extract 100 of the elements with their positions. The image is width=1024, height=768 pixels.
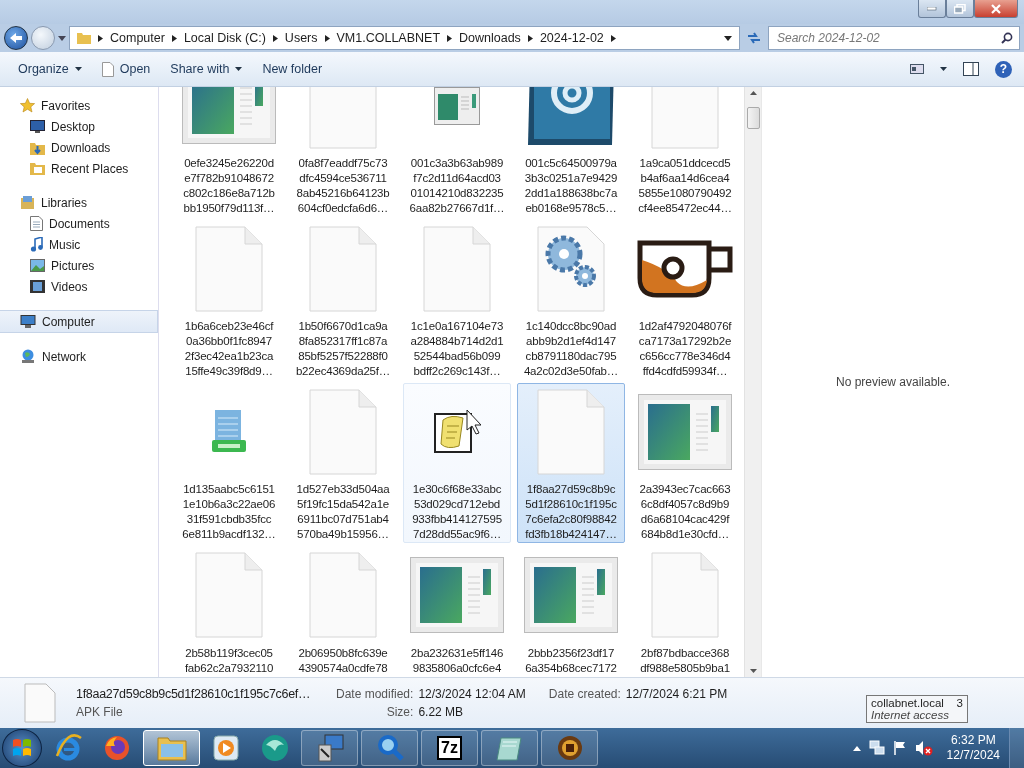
- file-item[interactable]: 2b58b119f3cec05 fab62c2a7932110: [175, 546, 283, 677]
- toolbar-button[interactable]: Share with: [162, 58, 251, 80]
- file-item[interactable]: 001c3a3b63ab989 f7c2d11d64acd03 01014210d832235 6aa82b27667d1f…: [403, 87, 511, 217]
- show-hidden-icons-icon[interactable]: [852, 745, 861, 751]
- file-item[interactable]: 2ba232631e5ff146 9835806a0cfc6e4: [403, 546, 511, 677]
- file-item[interactable]: 2bbb2356f23df17 6a354b68cec7172: [517, 546, 625, 677]
- chevron-icon[interactable]: [98, 34, 103, 42]
- breadcrumb[interactable]: Computer: [110, 31, 165, 45]
- sidebar-item[interactable]: Computer: [0, 310, 158, 333]
- blank-document-icon: [195, 552, 263, 638]
- start-button[interactable]: [2, 729, 42, 767]
- file-item[interactable]: 1d135aabc5c6151 1e10b6a3c22ae06 31f591cbdb35fcc 6e811b9acdf132…: [175, 383, 283, 543]
- folder-arrow-icon: [30, 140, 45, 155]
- star-icon: [20, 98, 35, 113]
- file-name: 1c1e0a167104e73 a284884b714d2d1 52544bad56b099 bdff2c269c143f…: [410, 319, 504, 379]
- breadcrumb[interactable]: VM1.COLLABNET: [336, 31, 441, 45]
- file-item[interactable]: 0fa8f7eaddf75c73 dfc4594ce536711 8ab45216b64123b 604cf0edcfa6d6…: [289, 87, 397, 217]
- chevron-icon[interactable]: [171, 34, 177, 42]
- flag-icon[interactable]: [892, 740, 907, 756]
- network-icon[interactable]: [868, 740, 885, 756]
- file-name: 1f8aa27d59c8b9c5d1f28610c1f195c7c6ef…: [76, 687, 312, 701]
- file-item[interactable]: 2bf87bdbacce368 df988e5805b9ba1: [631, 546, 739, 677]
- file-name: 1d527eb33d504aa 5f19fc15da542a1e 6911bc07d751ab4 570ba49b15956…: [296, 482, 390, 542]
- back-button[interactable]: [4, 26, 28, 50]
- restore-button[interactable]: [946, 0, 974, 18]
- file-name: 001c3a3b63ab989 f7c2d11d64acd03 01014210d832235 6aa82b27667d1f…: [409, 156, 505, 216]
- file-item[interactable]: 2b06950b8fc639e 4390574a0cdfe78: [289, 546, 397, 677]
- address-bar[interactable]: Computer Local Disk (C:) Users VM1.COLLABNET Downloads 2024-12-02: [69, 26, 740, 50]
- sidebar-item[interactable]: Libraries: [0, 192, 158, 213]
- sidebar-item[interactable]: Music: [0, 234, 158, 255]
- detail-label: Size:: [385, 705, 414, 719]
- toolbar-button[interactable]: Open: [93, 57, 159, 81]
- breadcrumb[interactable]: 2024-12-02: [539, 31, 604, 45]
- close-icon: [990, 3, 1002, 14]
- file-item[interactable]: 2a3943ec7cac663 6c8df4057c8d9b9 d6a68104cac429f 684b8d1e30cfd…: [631, 383, 739, 543]
- sidebar-item[interactable]: Documents: [0, 213, 158, 234]
- file-item[interactable]: 001c5c64500979a 3b3c0251a7e9429 2dd1a188638bc7a eb0168e9578c5…: [517, 87, 625, 217]
- file-item[interactable]: 1b50f6670d1ca9a 8fa852317ff1c87a 85bf5257f52288f0 b22ec4369da25f…: [289, 220, 397, 380]
- file-item[interactable]: 1c140dcc8bc90ad abb9b2d1ef4d147 cb8791180dac795 4a2c02d3e50fab…: [517, 220, 625, 380]
- file-item[interactable]: 1f8aa27d59c8b9c 5d1f28610c1f195c 7c6efa2c80f98842 fd3fb18b424147…: [517, 383, 625, 543]
- taskbar-button[interactable]: [301, 730, 358, 766]
- file-item[interactable]: 1c1e0a167104e73 a284884b714d2d1 52544bad56b099 bdff2c269c143f…: [403, 220, 511, 380]
- file-name: 0fa8f7eaddf75c73 dfc4594ce536711 8ab45216b64123b 604cf0edcfa6d6…: [296, 156, 390, 216]
- window-thumbnail-icon: [524, 557, 618, 633]
- file-item[interactable]: 1a9ca051ddcecd5 b4af6aa14d6cea4 5855e1080790492 cf4ee85472ec44…: [631, 87, 739, 217]
- sidebar-item[interactable]: Network: [0, 346, 158, 367]
- help-button[interactable]: ?: [995, 60, 1012, 78]
- file-name: 1a9ca051ddcecd5 b4af6aa14d6cea4 5855e1080790492 cf4ee85472ec44…: [638, 156, 732, 216]
- breadcrumb[interactable]: Users: [284, 31, 318, 45]
- scrollbar[interactable]: [744, 87, 761, 677]
- taskbar-button[interactable]: 7z: [421, 730, 478, 766]
- file-name: 2b58b119f3cec05 fab62c2a7932110: [184, 646, 274, 676]
- breadcrumb[interactable]: Downloads: [459, 31, 521, 45]
- blank-document-icon: [24, 683, 56, 723]
- sidebar-item[interactable]: Videos: [0, 276, 158, 297]
- cup-icon: [637, 239, 733, 298]
- taskbar-button[interactable]: [143, 730, 200, 766]
- sidebar-item[interactable]: Pictures: [0, 255, 158, 276]
- file-item[interactable]: 1e30c6f68e33abc 53d029cd712ebd 933fbb414127595 7d28dd55ac9f6…: [403, 383, 511, 543]
- spreadsheet-icon: [212, 409, 246, 454]
- scroll-thumb[interactable]: [746, 107, 760, 129]
- muted-speaker-icon[interactable]: [914, 740, 933, 756]
- toolbar-button[interactable]: Organize: [10, 58, 90, 80]
- close-button[interactable]: [974, 0, 1018, 18]
- blank-document-icon: [651, 552, 719, 638]
- file-name: 0efe3245e26220d e7f782b91048672 c802c186e8a712b bb1950f79d113f…: [183, 156, 275, 216]
- taskbar-button[interactable]: [361, 730, 418, 766]
- toolbar-button[interactable]: New folder: [254, 58, 331, 80]
- sidebar-item[interactable]: Favorites: [0, 95, 158, 116]
- minimize-button[interactable]: [918, 0, 946, 18]
- scroll-down-icon[interactable]: [749, 669, 757, 673]
- breadcrumb[interactable]: Local Disk (C:): [183, 31, 266, 45]
- caret-icon: [940, 67, 947, 71]
- restore-icon: [954, 3, 966, 14]
- sidebar-item[interactable]: Downloads: [0, 137, 158, 158]
- chevron-icon[interactable]: [324, 34, 330, 42]
- scroll-up-icon[interactable]: [749, 91, 757, 95]
- file-item[interactable]: 1d527eb33d504aa 5f19fc15da542a1e 6911bc07d751ab4 570ba49b15956…: [289, 383, 397, 543]
- chevron-icon[interactable]: [610, 34, 616, 42]
- taskbar-button[interactable]: [541, 730, 598, 766]
- minimize-icon: [927, 6, 937, 11]
- file-item[interactable]: 1d2af4792048076f ca7173a17292b2e c656cc778e346d4 ffd4cdfd59934f…: [631, 220, 739, 380]
- back-arrow-icon: [9, 32, 23, 44]
- chevron-icon[interactable]: [272, 34, 278, 42]
- dropdown-icon[interactable]: [724, 35, 732, 41]
- file-item[interactable]: 1b6a6ceb23e46cf 0a36bb0f1fc8947 2f3ec42ea1b23ca 15ffe49c39f8d9…: [175, 220, 283, 380]
- sidebar-item[interactable]: Desktop: [0, 116, 158, 137]
- chevron-icon[interactable]: [527, 34, 533, 42]
- file-item[interactable]: 0efe3245e26220d e7f782b91048672 c802c186e8a712b bb1950f79d113f…: [175, 87, 283, 217]
- recent-pages-icon[interactable]: [58, 35, 66, 41]
- search-box[interactable]: Search 2024-12-02: [768, 26, 1020, 50]
- sidebar-item[interactable]: Recent Places: [0, 158, 158, 179]
- library-icon: [20, 195, 35, 210]
- browser-e-icon: [54, 734, 82, 762]
- blank-document-icon: [423, 225, 491, 312]
- chevron-icon[interactable]: [447, 34, 453, 42]
- file-name: 1f8aa27d59c8b9c 5d1f28610c1f195c 7c6efa2c80f98842 fd3fb18b424147…: [525, 482, 617, 542]
- computer-icon: [20, 314, 36, 329]
- clock[interactable]: 6:32 PM 12/7/2024: [940, 733, 1006, 763]
- taskbar-button[interactable]: [481, 730, 538, 766]
